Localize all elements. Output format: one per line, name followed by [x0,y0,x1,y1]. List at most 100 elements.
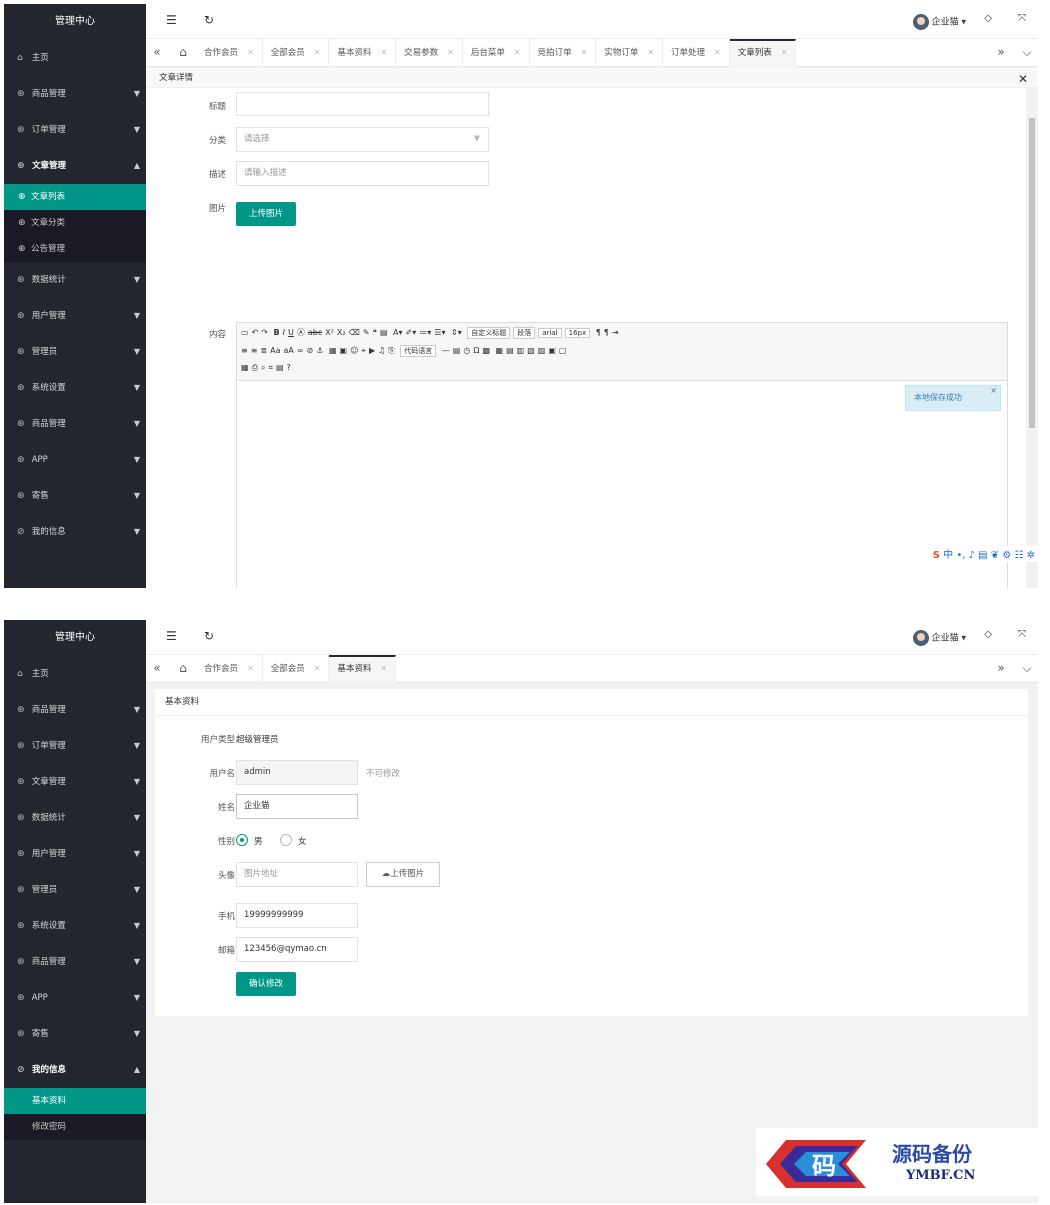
split-cells-icon[interactable]: ▢ [559,346,567,355]
chevron-down-icon[interactable]: ⌵ [1016,39,1038,67]
tabs-scroll-left-icon[interactable]: « [146,39,168,67]
paste-icon[interactable]: ▤ [380,328,388,337]
tabs-scroll-left-icon[interactable]: « [146,655,168,683]
avatar-url-input[interactable]: 图片地址 [236,862,358,887]
redo-icon[interactable]: ↷ [261,328,268,337]
sidebar-item-stats[interactable]: ⊛ 数据统计 ▼ [4,262,146,298]
tolowercase-icon[interactable]: aA [283,346,293,355]
sidebar-item-orders[interactable]: ⊛ 订单管理 ▼ [4,112,146,148]
eraser-icon[interactable]: ⌫ [349,328,360,337]
sidebar-item-notice[interactable]: ⊕ 公告管理 [4,236,146,262]
highlight-icon[interactable]: ✐▾ [406,328,417,337]
menu-toggle-icon[interactable]: ☰ [166,629,177,643]
close-icon[interactable]: ✕ [581,48,588,57]
sidebar-item-basic-profile[interactable]: 基本资料 [4,1088,146,1114]
code-language-select[interactable]: 代码语言 [400,345,437,357]
title-input[interactable] [236,92,489,116]
tab-all-members[interactable]: 全部会员 ✕ [263,39,330,67]
image-float-icon[interactable]: ▦ [329,346,337,355]
scrollbar-thumb[interactable] [1029,118,1035,428]
rtl-icon[interactable]: ¶ [604,328,609,337]
ordered-list-icon[interactable]: ≔▾ [419,328,431,337]
unlink-icon[interactable]: ⊘ [307,346,314,355]
user-menu[interactable]: 企业猫 ▾ [912,630,966,646]
refresh-icon[interactable]: ↻ [204,629,214,643]
tab-profile[interactable]: 基本资料 ✕ [329,655,397,683]
align-right-icon[interactable]: ≡ [251,346,258,355]
sidebar-item-users[interactable]: ⊛ 用户管理 ▼ [4,836,146,872]
desc-input[interactable]: 请输入描述 [236,161,489,186]
attachment-icon[interactable]: ⎘ [388,346,394,356]
video-icon[interactable]: ▶ [369,346,375,355]
tab-all-members[interactable]: 全部会员 ✕ [263,655,330,683]
date-icon[interactable]: ▤ [453,346,461,355]
underline-icon[interactable]: U [288,328,294,337]
help-icon[interactable]: ? [287,363,291,372]
sidebar-item-users[interactable]: ⊛ 用户管理 ▼ [4,298,146,334]
insert-image-icon[interactable]: ▣ [340,346,348,355]
input-method-toolbar[interactable]: S 中 •, ♪ ▤ ❦ ⚙ ☷ ✲ [929,545,1038,562]
tab-order-processing[interactable]: 订单处理 ✕ [663,39,730,67]
align-left-icon[interactable]: ≡ [241,346,248,355]
close-icon[interactable]: ✕ [514,48,521,57]
sidebar-item-app[interactable]: ⊛ APP ▼ [4,442,146,478]
font-color-icon[interactable]: A▾ [393,328,403,337]
phone-input[interactable]: 19999999999 [236,903,358,928]
html-icon[interactable]: ▭ [241,328,249,337]
table-icon[interactable]: ▦ [496,346,504,355]
tab-admin-menu[interactable]: 后台菜单 ✕ [463,39,530,67]
upload-avatar-button[interactable]: ☁上传图片 [366,862,440,887]
sidebar-item-article-list[interactable]: ⊕ 文章列表 [4,184,146,210]
close-icon[interactable]: ✕ [714,48,721,57]
insert-row-icon[interactable]: ▤ [506,346,514,355]
close-icon[interactable]: ✕ [447,48,454,57]
sidebar-item-admins[interactable]: ⊛ 管理员 ▼ [4,334,146,370]
tag-icon[interactable]: ◇ [984,629,992,640]
sidebar-item-myinfo[interactable]: ⊘ 我的信息 ▼ [4,514,146,550]
indent-icon[interactable]: ⇥ [612,328,619,337]
preview-icon[interactable]: ⌕ [261,363,265,373]
tabs-scroll-right-icon[interactable]: » [990,39,1012,67]
print-icon[interactable]: ⎙ [252,363,258,373]
special-chars-icon[interactable]: Ω [473,346,479,355]
user-menu[interactable]: 企业猫 ▾ [912,14,966,30]
sidebar-item-articles[interactable]: ⊛ 文章管理 ▲ [4,148,146,184]
subscript-icon[interactable]: X₂ [337,328,346,337]
bold-icon[interactable]: B [274,328,280,337]
charts-icon[interactable]: ▦ [241,363,249,372]
drafts-icon[interactable]: ▤ [276,363,284,372]
touppercase-icon[interactable]: Aa [270,346,280,355]
quote-icon[interactable]: ❝ [373,328,377,337]
close-icon[interactable]: ✕ [781,48,788,57]
fullscreen-icon[interactable]: ⤧ [1018,13,1026,24]
sidebar-item-change-password[interactable]: 修改密码 [4,1114,146,1140]
sidebar-item-settings[interactable]: ⊛ 系统设置 ▼ [4,908,146,944]
heading-select[interactable]: 自定义标题 [467,327,511,339]
email-input[interactable]: 123456@qymao.cn [236,937,358,962]
sidebar-item-stats[interactable]: ⊛ 数据统计 ▼ [4,800,146,836]
sidebar-item-orders[interactable]: ⊛ 订单管理 ▼ [4,728,146,764]
sidebar-item-goods-2[interactable]: ⊛ 商品管理 ▼ [4,944,146,980]
tab-physical-orders[interactable]: 实物订单 ✕ [596,39,664,67]
tag-icon[interactable]: ◇ [984,13,992,24]
tab-partner-members[interactable]: 合作会员 ✕ [196,655,263,683]
upload-image-button[interactable]: 上传图片 [236,202,296,226]
merge-cells-icon[interactable]: ▣ [548,346,556,355]
refresh-icon[interactable]: ↻ [204,13,214,27]
close-icon[interactable]: ✕ [647,48,654,57]
tab-trade-params[interactable]: 交易参数 ✕ [396,39,463,67]
undo-icon[interactable]: ↶ [252,328,259,337]
time-icon[interactable]: ◷ [463,346,470,355]
sidebar-item-goods[interactable]: ⊛ 商品管理 ▼ [4,692,146,728]
link-icon[interactable]: ∞ [297,346,304,355]
tab-profile[interactable]: 基本资料 ✕ [329,39,397,67]
sidebar-item-home[interactable]: ⌂ 主页 [4,40,146,76]
delete-row-icon[interactable]: ▥ [517,346,525,355]
map-icon[interactable]: ⌖ [361,346,366,356]
emotion-icon[interactable]: ☺ [350,346,358,355]
scrollbar[interactable] [1026,88,1038,588]
tab-auction-orders[interactable]: 竞拍订单 ✕ [530,39,597,67]
music-icon[interactable]: ♫ [378,346,385,355]
horizontal-rule-icon[interactable]: — [442,346,450,355]
fullscreen-icon[interactable]: ⤧ [1018,629,1026,640]
